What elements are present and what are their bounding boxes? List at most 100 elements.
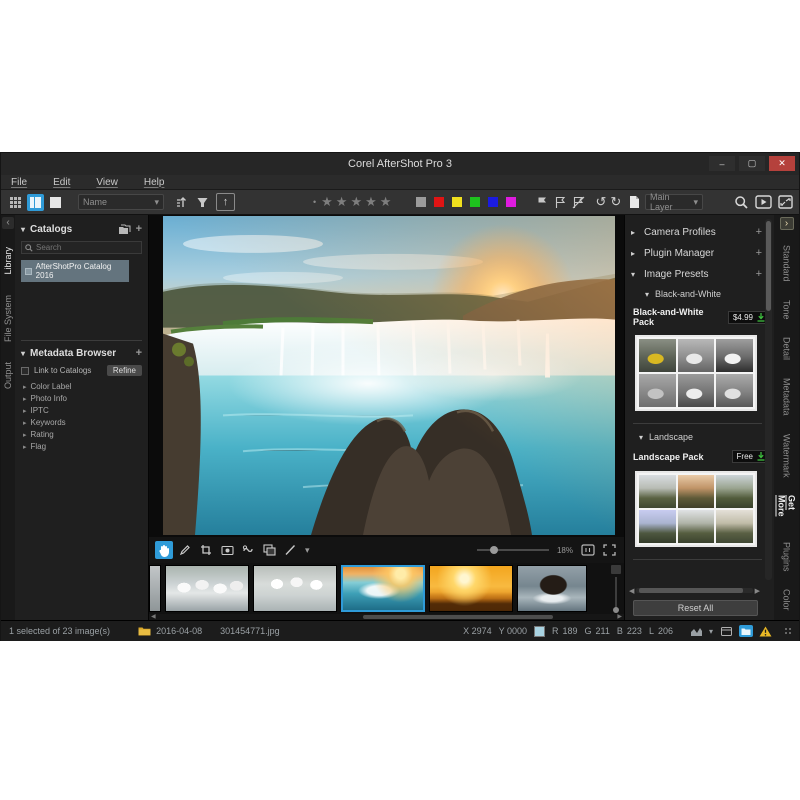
color-label-red[interactable]: [434, 197, 444, 207]
scroll-right-icon[interactable]: ▶: [755, 587, 760, 595]
flag-reject-icon[interactable]: [572, 196, 585, 209]
image-presets-section[interactable]: ▾ Image Presets +: [631, 268, 770, 280]
menu-view[interactable]: View: [96, 177, 118, 188]
presets-vertical-scrollbar[interactable]: [765, 219, 772, 580]
triangle-down-icon[interactable]: ▾: [21, 225, 25, 234]
catalog-item-selected[interactable]: AfterShotPro Catalog 2016: [21, 260, 129, 282]
tab-watermark[interactable]: Watermark: [782, 434, 792, 478]
plugin-manager-section[interactable]: ▸ Plugin Manager +: [631, 247, 770, 259]
slideshow-icon[interactable]: [755, 195, 772, 209]
star-rating-icons[interactable]: ★★★★★: [321, 194, 394, 210]
pan-tool-button[interactable]: [155, 541, 173, 559]
undo-icon[interactable]: ↺: [595, 194, 606, 210]
filmstrip-thumbnail-horses-water[interactable]: [253, 565, 337, 612]
chevron-down-icon[interactable]: ▾: [709, 627, 713, 636]
landscape-group-row[interactable]: ▾ Landscape: [639, 432, 770, 442]
color-label-gray[interactable]: [416, 197, 426, 207]
thumbnail-size-slider[interactable]: [615, 577, 617, 613]
tab-output[interactable]: Output: [3, 362, 13, 389]
new-layer-icon[interactable]: [628, 195, 640, 209]
camera-profiles-add-icon[interactable]: +: [756, 226, 762, 238]
landscape-pack-preview[interactable]: [635, 471, 757, 547]
refine-button[interactable]: Refine: [107, 365, 142, 376]
bw-pack-buy-button[interactable]: $4.99: [728, 311, 770, 324]
tab-standard[interactable]: Standard: [782, 245, 792, 282]
menu-edit[interactable]: Edit: [53, 177, 70, 188]
tab-library[interactable]: Library: [3, 247, 13, 275]
filmstrip-thumbnail-waterfall-selected[interactable]: [341, 565, 425, 612]
scroll-left-icon[interactable]: ◀: [629, 587, 634, 595]
single-image-view-button[interactable]: [47, 194, 64, 211]
scroll-thumb[interactable]: [766, 221, 771, 311]
link-to-catalogs-checkbox[interactable]: [21, 367, 29, 375]
triangle-right-icon[interactable]: ▸: [631, 228, 638, 237]
fit-to-screen-button[interactable]: [603, 544, 616, 556]
menu-file[interactable]: File: [11, 177, 27, 188]
tab-detail[interactable]: Detail: [782, 337, 792, 360]
triangle-down-icon[interactable]: ▾: [645, 290, 649, 299]
camera-profiles-section[interactable]: ▸ Camera Profiles +: [631, 226, 770, 238]
color-label-blue[interactable]: [488, 197, 498, 207]
actual-size-button[interactable]: [581, 544, 595, 556]
sync-status-icon[interactable]: [739, 625, 753, 637]
rating-control[interactable]: • ★★★★★: [313, 194, 394, 210]
tree-item-flag[interactable]: ▸ Flag: [23, 442, 142, 451]
resize-grip[interactable]: [785, 628, 791, 634]
tree-item-rating[interactable]: ▸ Rating: [23, 430, 142, 439]
sort-direction-button[interactable]: [172, 193, 192, 211]
add-catalog-icon[interactable]: +: [136, 223, 142, 235]
catalog-folders-icon[interactable]: [118, 224, 131, 235]
close-button[interactable]: ✕: [769, 156, 795, 171]
tree-item-iptc[interactable]: ▸ IPTC: [23, 406, 142, 415]
filter-button[interactable]: [192, 193, 212, 211]
plugin-manager-add-icon[interactable]: +: [756, 247, 762, 259]
histogram-icon[interactable]: [690, 626, 703, 637]
fullscreen-icon[interactable]: [778, 195, 793, 209]
triangle-right-icon[interactable]: ▸: [631, 249, 638, 258]
more-tools-chevron-icon[interactable]: ▾: [305, 545, 310, 556]
catalog-search[interactable]: [21, 241, 142, 254]
redo-icon[interactable]: ↻: [610, 194, 621, 210]
expand-right-panel-button[interactable]: ›: [780, 217, 794, 230]
tab-tone[interactable]: Tone: [782, 300, 792, 320]
zoom-slider[interactable]: [477, 549, 549, 551]
metadata-add-icon[interactable]: +: [136, 347, 142, 359]
warning-icon[interactable]: [759, 626, 772, 637]
flag-pick-icon[interactable]: [536, 196, 548, 209]
color-label-yellow[interactable]: [452, 197, 462, 207]
redeye-tool-button[interactable]: [218, 541, 236, 559]
magnifier-icon[interactable]: [734, 195, 749, 210]
tab-color[interactable]: Color: [782, 589, 792, 611]
triangle-down-icon[interactable]: ▾: [21, 349, 25, 358]
menu-help[interactable]: Help: [144, 177, 165, 188]
search-input[interactable]: [36, 243, 138, 252]
tree-item-color-label[interactable]: ▸ Color Label: [23, 382, 142, 391]
layers-tool-button[interactable]: [260, 541, 278, 559]
triangle-down-icon[interactable]: ▾: [639, 433, 643, 442]
thumbnail-size-knob[interactable]: [613, 607, 619, 613]
bw-pack-preview[interactable]: [635, 335, 757, 411]
crop-tool-button[interactable]: [197, 541, 215, 559]
scroll-thumb[interactable]: [639, 588, 744, 593]
filmstrip-thumbnail-partial[interactable]: [149, 565, 161, 612]
color-label-magenta[interactable]: [506, 197, 516, 207]
tree-item-photo-info[interactable]: ▸ Photo Info: [23, 394, 142, 403]
filmstrip-scroll-thumb[interactable]: [363, 615, 553, 619]
tab-file-system[interactable]: File System: [3, 295, 13, 342]
tab-metadata[interactable]: Metadata: [782, 378, 792, 416]
minimize-button[interactable]: –: [709, 156, 735, 171]
triangle-down-icon[interactable]: ▾: [631, 270, 638, 279]
sort-by-dropdown[interactable]: Name ▾: [78, 194, 164, 210]
reset-all-button[interactable]: Reset All: [633, 600, 758, 616]
clear-rating-dot-icon[interactable]: •: [313, 197, 316, 207]
image-presets-add-icon[interactable]: +: [756, 268, 762, 280]
zoom-slider-knob[interactable]: [490, 546, 498, 554]
combined-view-button[interactable]: [27, 194, 44, 211]
thumbnail-options-button[interactable]: [611, 565, 621, 574]
filmstrip-thumbnail-dark-horse[interactable]: [517, 565, 587, 612]
layer-dropdown[interactable]: Main Layer ▾: [645, 194, 703, 210]
tab-get-more[interactable]: Get More: [777, 495, 797, 524]
collapse-left-panel-button[interactable]: ‹: [2, 217, 14, 229]
export-button[interactable]: ↑: [216, 193, 235, 211]
main-photo-waterfall[interactable]: [163, 216, 615, 535]
